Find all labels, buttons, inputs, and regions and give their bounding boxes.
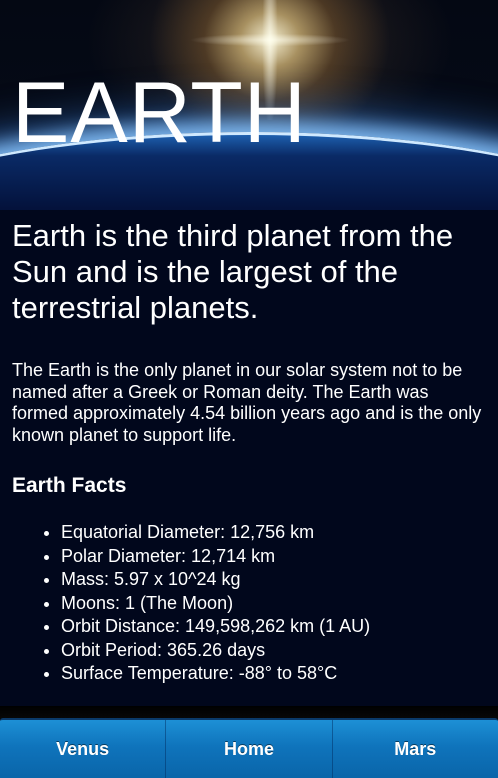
- bottom-nav-bar: Venus Home Mars: [0, 718, 498, 778]
- facts-heading: Earth Facts: [12, 474, 127, 497]
- page-title: EARTH: [12, 65, 307, 161]
- fact-item-moons: Moons: 1 (The Moon): [61, 592, 486, 616]
- fact-item-polar-diameter: Polar Diameter: 12,714 km: [61, 545, 486, 569]
- hero-banner: EARTH: [0, 0, 498, 210]
- nav-mars-button[interactable]: Mars: [333, 720, 498, 778]
- fact-item-orbit-distance: Orbit Distance: 149,598,262 km (1 AU): [61, 615, 486, 639]
- fact-item-mass: Mass: 5.97 x 10^24 kg: [61, 568, 486, 592]
- nav-venus-button[interactable]: Venus: [0, 720, 167, 778]
- fact-item-surface-temperature: Surface Temperature: -88° to 58°C: [61, 662, 486, 686]
- fact-item-orbit-period: Orbit Period: 365.26 days: [61, 639, 486, 663]
- facts-list: Equatorial Diameter: 12,756 km Polar Dia…: [12, 521, 486, 686]
- page: EARTH Earth is the third planet from the…: [0, 0, 498, 778]
- fact-item-equatorial-diameter: Equatorial Diameter: 12,756 km: [61, 521, 486, 545]
- headline: Earth is the third planet from the Sun a…: [12, 218, 454, 325]
- intro-paragraph: The Earth is the only planet in our sola…: [12, 360, 482, 445]
- nav-home-button[interactable]: Home: [166, 720, 333, 778]
- main-content: Earth is the third planet from the Sun a…: [12, 218, 486, 686]
